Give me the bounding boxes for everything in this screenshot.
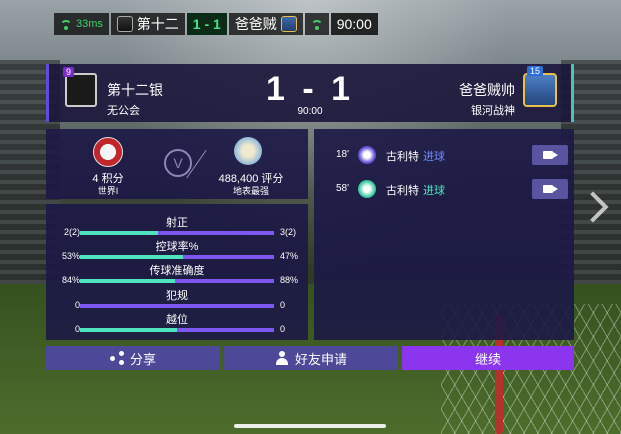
stat-away-bar (158, 231, 274, 235)
share-icon (109, 351, 124, 365)
stat-home-bar (80, 328, 177, 332)
away-rank-icon[interactable] (234, 137, 262, 165)
away-goal-ball-icon (358, 180, 376, 198)
video-camera-icon (543, 185, 558, 193)
match-clock: 90:00 (330, 13, 378, 35)
replay-camera-button[interactable] (532, 179, 568, 199)
friend-request-button[interactable]: 好友申请 (224, 346, 398, 370)
stat-away-bar (183, 255, 274, 259)
stat-away-value: 88% (280, 275, 299, 285)
stat-home-value: 0 (74, 300, 80, 310)
stat-away-value: 0 (280, 300, 286, 310)
share-button[interactable]: 分享 (46, 346, 220, 370)
away-team-chip: 爸爸贼 (228, 13, 303, 35)
away-team-guild: 银河战神 (471, 105, 515, 117)
stat-name: 越位 (166, 314, 188, 326)
away-rank: 地表最强 (232, 186, 269, 196)
away-team-name: 爸爸贼帅 (459, 82, 515, 98)
stat-row: 越位 0 0 (46, 311, 308, 335)
stat-home-value: 0 (74, 324, 80, 334)
home-team-chip: 第十二 (110, 13, 185, 35)
event-player: 古利特 (386, 185, 419, 197)
wifi-icon (310, 19, 323, 30)
continue-label: 继续 (474, 351, 501, 367)
video-camera-icon (543, 151, 558, 159)
replay-camera-button[interactable] (532, 145, 568, 165)
event-minute: 58' (336, 183, 350, 194)
status-score: 1 - 1 (186, 13, 227, 35)
stat-away-bar (177, 328, 274, 332)
event-minute: 18' (336, 149, 350, 160)
wifi-icon (60, 19, 72, 30)
stat-home-bar (80, 279, 175, 283)
event-row: 58' 古利特 进球 (314, 175, 574, 203)
stat-home-bar (80, 255, 183, 259)
away-team-short: 爸爸贼 (234, 16, 277, 32)
event-type: 进球 (423, 151, 445, 163)
stat-name: 射正 (166, 217, 188, 229)
stat-home-bar (80, 231, 158, 235)
stat-name: 传球准确度 (149, 265, 205, 277)
ping-text: 33ms (76, 18, 103, 30)
stat-away-value: 47% (280, 251, 299, 261)
stat-away-bar (80, 304, 274, 308)
home-crest-icon (116, 16, 133, 32)
away-signal (304, 13, 329, 35)
match-status-bar: 33ms 第十二 1 - 1 爸爸贼 90:00 (54, 13, 378, 35)
continue-button[interactable]: 继续 (402, 346, 574, 370)
match-events-panel: 18' 古利特 进球 58' 古利特 进球 (314, 129, 574, 340)
stat-home-value: 2(2) (63, 227, 80, 237)
versus-icon: V (164, 149, 192, 177)
stat-away-bar (175, 279, 274, 283)
stat-name: 犯规 (166, 290, 188, 302)
home-rank: 世界I (97, 186, 119, 196)
rating-panel: V 4 积分 世界I 488,400 评分 地表最强 (46, 129, 308, 199)
stat-row: 传球准确度 84% 88% (46, 262, 308, 286)
stat-row: 犯规 0 0 (46, 287, 308, 311)
stat-home-value: 53% (61, 251, 80, 261)
event-description: 古利特 进球 (386, 148, 445, 164)
friend-request-label: 好友申请 (294, 351, 347, 367)
stat-name: 控球率% (155, 241, 199, 253)
match-stats-panel: 射正 2(2) 3(2) 控球率% 53% 47% 传球准确度 84% 88% … (46, 204, 308, 340)
away-level-badge: 15 (527, 66, 544, 76)
stat-away-value: 3(2) (280, 227, 297, 237)
event-description: 古利特 进球 (386, 182, 445, 198)
stat-home-value: 84% (61, 275, 80, 285)
share-label: 分享 (129, 351, 156, 367)
ping-indicator: 33ms (54, 13, 109, 35)
away-crest-icon (280, 16, 297, 32)
event-type: 进球 (423, 185, 445, 197)
match-result-header: 9 第十二银 无公会 1 - 1 90:00 爸爸贼帅 银河战神 15 (46, 64, 574, 122)
add-friend-icon (275, 351, 289, 365)
away-club-crest: 15 (523, 66, 557, 107)
home-goal-ball-icon (358, 146, 376, 164)
event-player: 古利特 (386, 151, 419, 163)
event-row: 18' 古利特 进球 (314, 141, 574, 169)
away-team-info: 爸爸贼帅 银河战神 (459, 80, 515, 118)
home-indicator[interactable] (234, 424, 386, 428)
home-team-short: 第十二 (136, 16, 179, 32)
stat-row: 控球率% 53% 47% (46, 238, 308, 262)
stat-away-value: 0 (280, 324, 286, 334)
stat-row: 射正 2(2) 3(2) (46, 214, 308, 238)
home-rank-icon[interactable] (93, 137, 123, 167)
